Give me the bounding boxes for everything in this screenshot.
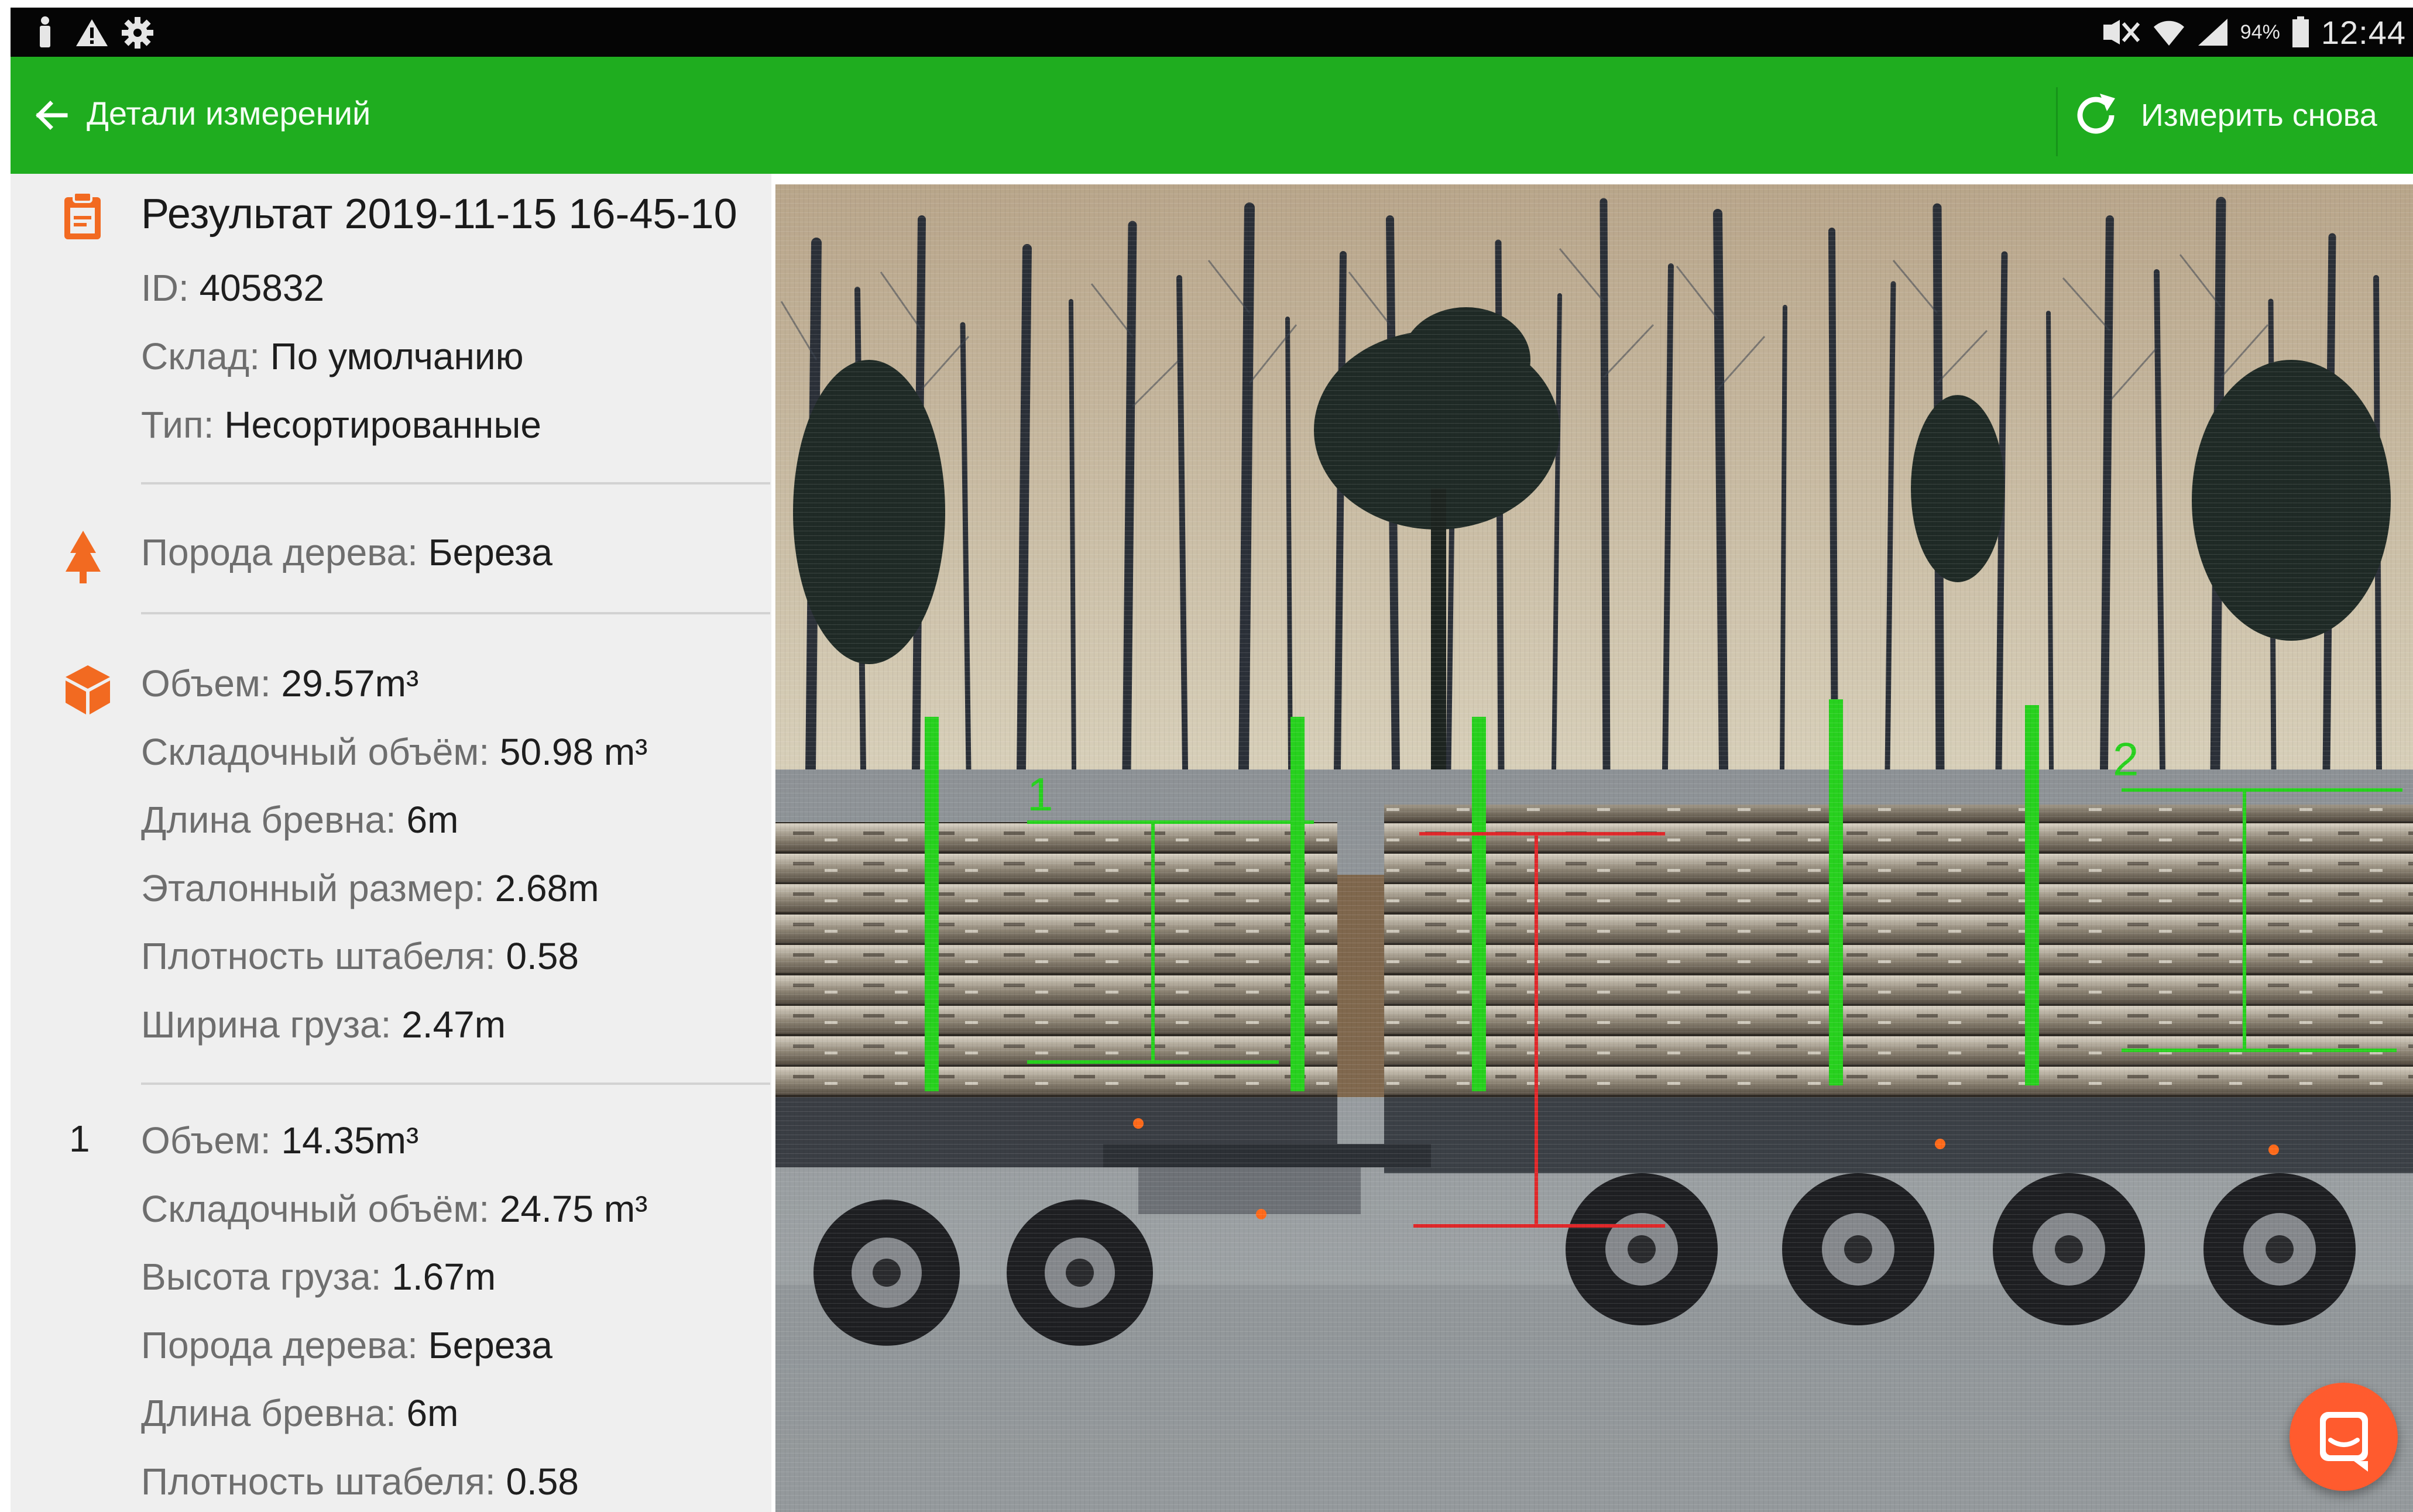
page-title: Детали измерений — [87, 95, 371, 132]
group-stacked-volume-row: Складочный объём: 24.75 m³ — [141, 1187, 647, 1231]
species-value: Береза — [428, 531, 552, 573]
chat-button[interactable] — [2290, 1383, 2398, 1491]
mute-icon — [2103, 20, 2140, 44]
group-log-length-row: Длина бревна: 6m — [141, 1391, 458, 1435]
group-load-height-value: 1.67m — [392, 1256, 496, 1298]
measure-again-label: Измерить снова — [2141, 98, 2377, 133]
refresh-icon — [2077, 94, 2115, 134]
type-label: Тип: — [141, 404, 214, 446]
stacked-volume-value: 50.98 m³ — [499, 731, 648, 773]
group-volume-value: 14.35m³ — [281, 1119, 419, 1162]
load-width-row: Ширина груза: 2.47m — [141, 1003, 506, 1046]
stack-density-row: Плотность штабеля: 0.58 — [141, 934, 579, 978]
warning-icon — [76, 19, 108, 46]
wifi-icon — [2153, 20, 2184, 46]
clipboard-icon — [64, 191, 101, 239]
group-load-height-label: Высота груза: — [141, 1256, 382, 1298]
load-width-label: Ширина груза: — [141, 1004, 392, 1046]
status-bar: 94% 12:44 — [11, 8, 2413, 57]
measurement-details-panel: Результат 2019-11-15 16-45-10 ID: 405832… — [11, 174, 771, 1512]
divider — [141, 482, 770, 484]
load-width-value: 2.47m — [401, 1004, 506, 1046]
gear-icon — [122, 17, 153, 49]
warehouse-row: Склад: По умолчанию — [141, 335, 524, 378]
stack-density-label: Плотность штабеля: — [141, 935, 496, 977]
volume-value: 29.57m³ — [281, 662, 419, 705]
id-row: ID: 405832 — [141, 266, 324, 310]
group-log-length-label: Длина бревна: — [141, 1392, 396, 1434]
log-length-row: Длина бревна: 6m — [141, 798, 458, 841]
timber-truck-photo: 1 2 — [775, 184, 2413, 1512]
group-stack-density-row: Плотность штабеля: 0.58 — [141, 1460, 579, 1503]
stacked-volume-label: Складочный объём: — [141, 731, 490, 773]
id-value: 405832 — [199, 267, 325, 309]
group-stacked-volume-value: 24.75 m³ — [499, 1188, 648, 1230]
log-length-label: Длина бревна: — [141, 799, 396, 841]
group-species-value: Береза — [428, 1324, 552, 1366]
app-bar: Детали измерений Измерить снова — [11, 57, 2413, 174]
arrow-left-icon[interactable] — [28, 92, 75, 139]
id-label: ID: — [141, 267, 189, 309]
divider — [141, 612, 770, 614]
cube-icon — [66, 665, 110, 714]
stacked-volume-row: Складочный объём: 50.98 m³ — [141, 730, 647, 774]
group-stack-density-label: Плотность штабеля: — [141, 1461, 496, 1503]
total-volume-row: Объем: 29.57m³ — [141, 662, 418, 705]
group-stack-density-value: 0.58 — [506, 1461, 579, 1503]
warehouse-value: По умолчанию — [270, 335, 524, 377]
divider — [141, 1083, 770, 1085]
group-volume-label: Объем: — [141, 1119, 271, 1162]
group-volume-row: Объем: 14.35m³ — [141, 1119, 418, 1162]
tree-icon — [66, 531, 101, 583]
stack-density-value: 0.58 — [506, 935, 579, 977]
volume-label: Объем: — [141, 662, 271, 705]
reference-size-value: 2.68m — [495, 867, 599, 909]
group-species-label: Порода дерева: — [141, 1324, 418, 1366]
battery-percent: 94% — [2240, 20, 2280, 43]
clock: 12:44 — [2321, 13, 2406, 51]
person-icon — [40, 16, 50, 47]
app-screen: 94% 12:44 Детали измерений Измерить снов… — [0, 0, 2413, 1512]
signal-icon — [2198, 19, 2227, 46]
log-length-value: 6m — [406, 799, 459, 841]
species-row: Порода дерева: Береза — [141, 531, 552, 574]
type-value: Несортированные — [224, 404, 541, 446]
group-number: 1 — [69, 1118, 90, 1160]
reference-size-label: Эталонный размер: — [141, 867, 485, 909]
group-load-height-row: Высота груза: 1.67m — [141, 1255, 496, 1298]
status-right: 94% 12:44 — [2100, 8, 2406, 57]
chat-icon — [2320, 1412, 2368, 1472]
group-stacked-volume-label: Складочный объём: — [141, 1188, 490, 1230]
warehouse-label: Склад: — [141, 335, 260, 377]
result-title: Результат 2019-11-15 16-45-10 — [141, 191, 737, 238]
group-log-length-value: 6m — [406, 1392, 459, 1434]
species-label: Порода дерева: — [141, 531, 418, 573]
battery-icon — [2292, 16, 2309, 47]
measure-again-button[interactable]: Измерить снова — [2071, 80, 2413, 150]
group-species-row: Порода дерева: Береза — [141, 1324, 552, 1367]
measurement-photo[interactable]: 1 2 — [775, 184, 2413, 1512]
toolbar-divider — [2056, 87, 2058, 156]
reference-size-row: Эталонный размер: 2.68m — [141, 867, 599, 910]
type-row: Тип: Несортированные — [141, 403, 541, 446]
